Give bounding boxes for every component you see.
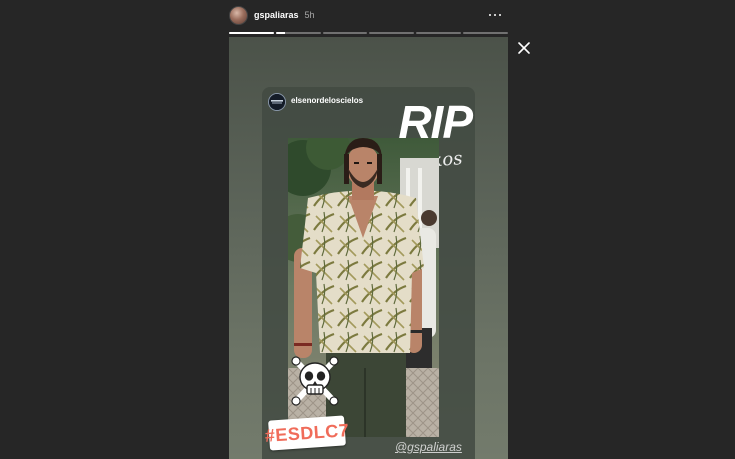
mention-sticker[interactable]: @gspaliaras <box>395 440 462 454</box>
story-timestamp: 5h <box>304 10 315 20</box>
avatar[interactable] <box>229 5 248 25</box>
story-media[interactable]: elsenordeloscielos RIP Nikos <box>229 37 508 459</box>
progress-segment <box>369 32 415 34</box>
hashtag-sticker[interactable]: #ESDLC7 <box>264 415 350 451</box>
story-header: gspaliaras 5h <box>229 4 508 26</box>
original-poster-username: elsenordeloscielos <box>291 96 364 105</box>
more-options-button[interactable] <box>486 6 504 24</box>
skull-crossbones-sticker <box>290 355 340 407</box>
progress-segment <box>229 32 274 34</box>
more-horizontal-icon <box>488 13 492 17</box>
progress-segment-active <box>275 32 321 34</box>
username-link[interactable]: gspaliaras <box>254 10 299 20</box>
original-poster-avatar <box>268 93 286 111</box>
story-progress-bar <box>229 32 508 34</box>
close-button[interactable] <box>516 40 532 56</box>
more-horizontal-icon <box>493 13 497 17</box>
progress-segment <box>416 32 462 34</box>
more-horizontal-icon <box>498 13 502 17</box>
story-viewer: gspaliaras 5h elsenordeloscielos RIP #ES… <box>0 0 735 459</box>
hashtag-text: #ESDLC7 <box>264 419 350 446</box>
progress-segment <box>322 32 368 34</box>
close-icon <box>518 42 530 54</box>
progress-segment <box>463 32 508 34</box>
